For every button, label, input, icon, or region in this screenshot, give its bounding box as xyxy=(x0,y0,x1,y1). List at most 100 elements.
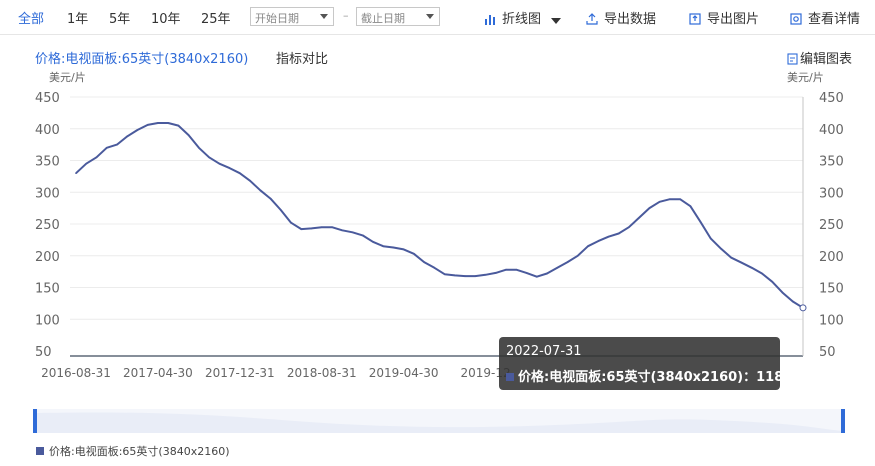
data-point xyxy=(464,275,466,277)
data-point xyxy=(751,267,753,269)
data-point xyxy=(771,280,774,283)
chart-tooltip: 2022-07-31 价格:电视面板:65英寸(3840x2160)：118 xyxy=(499,337,783,390)
data-point xyxy=(187,134,190,136)
data-point xyxy=(556,267,559,269)
data-point xyxy=(413,253,415,255)
series-line xyxy=(75,122,804,309)
y-tick-label-left: 300 xyxy=(35,186,60,201)
data-point xyxy=(126,135,128,138)
data-point xyxy=(228,167,231,169)
highlight-point xyxy=(799,304,807,312)
data-point xyxy=(239,172,241,174)
data-point xyxy=(484,274,487,276)
data-point xyxy=(566,261,569,263)
data-point xyxy=(218,162,221,165)
y-tick-label-right: 150 xyxy=(819,282,844,297)
data-point xyxy=(105,147,108,149)
data-point xyxy=(85,162,88,165)
tooltip-colon: ： xyxy=(743,370,757,385)
data-point xyxy=(791,300,794,303)
data-point xyxy=(146,124,149,126)
data-point xyxy=(587,245,589,248)
y-tick-label-right: 450 xyxy=(819,91,844,106)
x-tick-label: 2017-12-31 xyxy=(205,366,275,380)
data-point xyxy=(617,232,620,235)
y-tick-label-right: 350 xyxy=(819,155,844,170)
data-point xyxy=(372,240,374,243)
tooltip-series: 价格:电视面板:65英寸(3840x2160) xyxy=(518,370,744,385)
data-point xyxy=(290,221,292,224)
data-point xyxy=(730,256,733,259)
tooltip-line: 价格:电视面板:65英寸(3840x2160)：118 xyxy=(506,366,783,385)
y-tick-label-left: 200 xyxy=(35,250,60,265)
data-point xyxy=(433,267,436,269)
data-point xyxy=(167,122,169,124)
y-tick-label-right: 200 xyxy=(819,250,844,265)
data-point xyxy=(198,147,200,149)
data-point xyxy=(454,274,456,277)
data-point xyxy=(351,231,354,234)
y-tick-label-left: 400 xyxy=(35,123,60,138)
y-tick-label-left: 250 xyxy=(35,218,60,233)
data-point xyxy=(269,197,272,200)
data-point xyxy=(208,156,210,159)
zoom-slider[interactable] xyxy=(33,409,845,433)
data-point xyxy=(320,226,323,228)
data-point xyxy=(720,247,722,250)
zoom-handle-left[interactable] xyxy=(33,409,37,433)
y-tick-label-right: 300 xyxy=(819,186,844,201)
data-point xyxy=(628,226,630,228)
data-point xyxy=(177,124,180,127)
data-point xyxy=(648,207,651,209)
data-point xyxy=(505,268,507,271)
y-tick-label-left: 350 xyxy=(35,155,60,170)
y-tick-label-right: 100 xyxy=(819,313,844,328)
data-point xyxy=(761,272,763,275)
zoom-handle-right[interactable] xyxy=(841,409,845,433)
data-point xyxy=(495,272,497,274)
y-tick-label-right: 250 xyxy=(819,218,844,233)
y-tick-label-left: 100 xyxy=(35,313,60,328)
legend-label: 价格:电视面板:65英寸(3840x2160) xyxy=(49,445,230,458)
data-point xyxy=(361,234,364,237)
data-point xyxy=(443,273,446,275)
data-point xyxy=(423,261,425,263)
data-point xyxy=(136,129,139,131)
data-point xyxy=(781,291,784,294)
x-tick-label: 2019-04-30 xyxy=(369,366,439,380)
y-tick-label-right: 50 xyxy=(819,345,836,360)
data-point xyxy=(279,209,282,211)
data-point xyxy=(699,221,702,223)
data-point xyxy=(95,156,98,159)
zoom-preview xyxy=(35,412,845,433)
data-point xyxy=(392,246,395,249)
data-point xyxy=(689,205,692,208)
data-point xyxy=(658,200,661,203)
data-point xyxy=(75,172,77,174)
data-point xyxy=(576,254,579,257)
data-point xyxy=(710,237,712,240)
legend-marker xyxy=(36,447,44,455)
data-point xyxy=(341,229,344,232)
y-tick-label-left: 50 xyxy=(35,345,52,360)
x-tick-label: 2017-04-30 xyxy=(123,366,193,380)
data-point xyxy=(249,180,251,182)
data-point xyxy=(474,275,477,277)
tooltip-value: 118 xyxy=(756,370,784,385)
data-point xyxy=(331,226,333,228)
y-tick-label-left: 150 xyxy=(35,282,60,297)
data-point xyxy=(157,122,159,124)
chart-legend[interactable]: 价格:电视面板:65英寸(3840x2160) xyxy=(36,443,230,459)
data-point xyxy=(740,261,743,264)
y-tick-label-right: 400 xyxy=(819,123,844,138)
data-point xyxy=(259,189,262,192)
data-point xyxy=(515,268,518,271)
data-point xyxy=(300,228,303,230)
data-point xyxy=(525,272,528,274)
data-point xyxy=(638,216,640,219)
data-point xyxy=(679,198,681,201)
series-marker xyxy=(506,373,514,381)
x-tick-label: 2018-08-31 xyxy=(287,366,357,380)
y-tick-label-left: 450 xyxy=(35,91,60,106)
data-point xyxy=(310,227,313,230)
